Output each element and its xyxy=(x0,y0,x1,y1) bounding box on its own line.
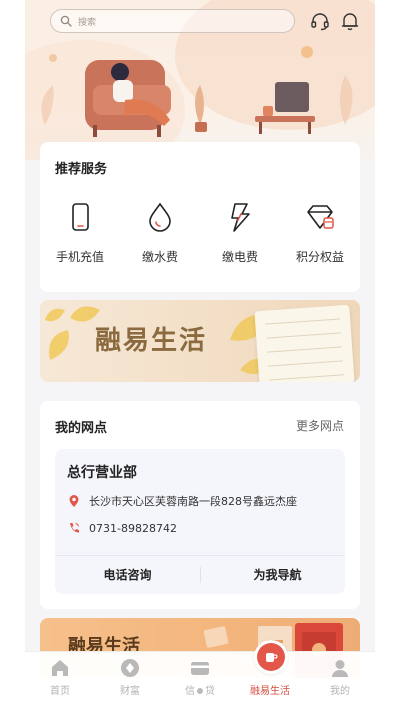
recommended-services-card: 推荐服务 手机充值 缴水费 缴电费 积分权益 xyxy=(40,142,360,292)
divider xyxy=(200,567,201,583)
tab-mine[interactable]: 我的 xyxy=(310,657,370,697)
tab-label: 信贷 xyxy=(185,686,215,697)
search-icon xyxy=(60,15,72,27)
tab-rongyi-life[interactable]: 融易生活 xyxy=(240,657,300,697)
tab-wealth[interactable]: 财富 xyxy=(100,657,160,697)
service-label: 缴电费 xyxy=(221,250,258,264)
branch-address: 长沙市天心区芙蓉南路一段828号鑫远杰座 xyxy=(89,495,297,508)
tab-label: 首页 xyxy=(50,686,70,697)
separator-dot xyxy=(197,688,203,694)
lightning-icon xyxy=(224,200,256,234)
search-placeholder: 搜索 xyxy=(78,17,97,28)
service-label: 手机充值 xyxy=(55,250,104,264)
tab-label: 财富 xyxy=(120,686,140,697)
water-drop-icon xyxy=(144,200,176,234)
my-branch-card: 我的网点 更多网点 总行营业部 长沙市天心区芙蓉南路一段828号鑫远杰座 073… xyxy=(40,401,360,609)
search-bar[interactable]: 搜索 xyxy=(50,9,295,33)
home-icon xyxy=(49,657,71,679)
bottom-tab-bar: 首页 财富 信贷 融易生活 我的 xyxy=(25,640,375,705)
service-label: 缴水费 xyxy=(141,250,178,264)
hero-banner: 搜索 xyxy=(25,0,375,160)
banner-title: 融易生活 xyxy=(95,326,208,356)
branch-phone: 0731-89828742 xyxy=(89,521,177,535)
phone-row: 0731-89828742 xyxy=(67,521,177,535)
user-icon xyxy=(329,657,351,679)
card-icon xyxy=(189,657,211,679)
branch-name: 总行营业部 xyxy=(67,465,137,481)
gem-icon xyxy=(304,200,336,234)
navigate-button[interactable]: 为我导航 xyxy=(205,555,350,594)
tab-credit[interactable]: 信贷 xyxy=(170,657,230,697)
app-screen: 搜索 推荐服务 手机充值 缴水费 缴电费 积分权益 融易生活 我的网点 更多网点… xyxy=(25,0,375,705)
service-mobile-topup[interactable]: 手机充值 xyxy=(40,200,120,265)
bell-icon[interactable] xyxy=(339,10,361,32)
call-consult-button[interactable]: 电话咨询 xyxy=(55,555,200,594)
section-title: 我的网点 xyxy=(55,421,108,436)
tab-label: 融易生活 xyxy=(250,686,290,697)
wealth-icon xyxy=(119,657,141,679)
section-title: 推荐服务 xyxy=(55,162,108,177)
phone-icon xyxy=(64,200,96,234)
address-row: 长沙市天心区芙蓉南路一段828号鑫远杰座 xyxy=(67,493,297,509)
phone-call-icon xyxy=(70,523,79,533)
service-electricity-bill[interactable]: 缴电费 xyxy=(200,200,280,265)
service-label: 积分权益 xyxy=(295,250,344,264)
service-points-benefits[interactable]: 积分权益 xyxy=(280,200,360,265)
more-branches-link[interactable]: 更多网点 xyxy=(296,417,344,434)
headset-icon[interactable] xyxy=(309,10,331,32)
branch-info-panel: 总行营业部 长沙市天心区芙蓉南路一段828号鑫远杰座 0731-89828742… xyxy=(55,449,345,594)
paper-decoration xyxy=(254,304,355,382)
tab-label: 我的 xyxy=(330,686,350,697)
hero-illustration xyxy=(41,46,353,137)
rongyi-life-banner[interactable]: 融易生活 xyxy=(40,300,360,382)
tab-home[interactable]: 首页 xyxy=(30,657,90,697)
location-pin-icon xyxy=(69,495,79,507)
service-water-bill[interactable]: 缴水费 xyxy=(120,200,200,265)
